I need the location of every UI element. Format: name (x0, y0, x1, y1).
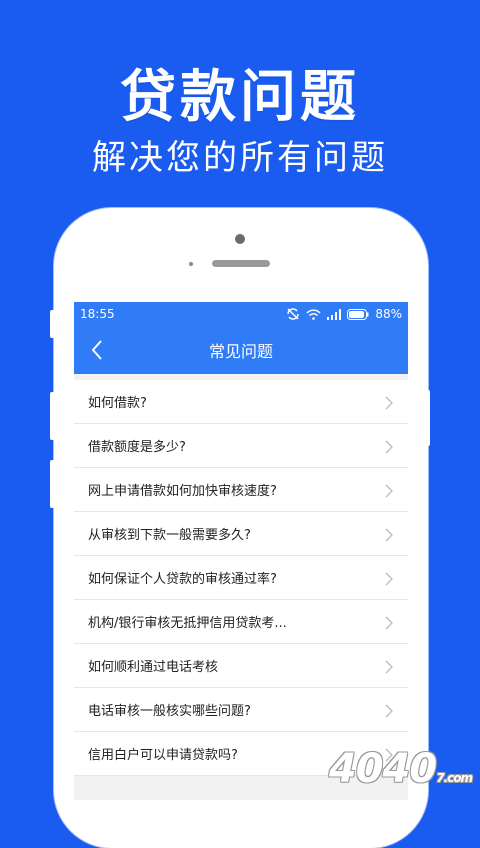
status-time: 18:55 (80, 307, 115, 321)
faq-item[interactable]: 从审核到下款一般需要多久? (74, 512, 408, 556)
faq-item[interactable]: 如何借款? (74, 380, 408, 424)
phone-screen: 18:55 88% 常见问题 如何借款? 借款额度是多少? 网上申请借款如何加快… (74, 302, 408, 800)
phone-volume-up (50, 392, 55, 440)
chevron-right-icon (384, 395, 394, 409)
wifi-icon (306, 309, 321, 320)
signal-icon (327, 308, 342, 320)
faq-item[interactable]: 如何保证个人贷款的审核通过率? (74, 556, 408, 600)
faq-item-label: 如何保证个人贷款的审核通过率? (88, 572, 277, 587)
chevron-right-icon (384, 703, 394, 717)
faq-item[interactable]: 借款额度是多少? (74, 424, 408, 468)
faq-item[interactable]: 机构/银行审核无抵押信用贷款考... (74, 600, 408, 644)
status-bar: 18:55 88% (74, 302, 408, 326)
sensor-icon (189, 262, 193, 266)
chevron-left-icon[interactable] (86, 338, 110, 362)
faq-item-label: 电话审核一般核实哪些问题? (88, 704, 251, 719)
speaker-icon (212, 260, 270, 267)
chevron-right-icon (384, 571, 394, 585)
faq-item-label: 如何顺利通过电话考核 (88, 660, 219, 675)
faq-item-label: 网上申请借款如何加快审核速度? (88, 484, 277, 499)
app-bar: 常见问题 (74, 326, 408, 374)
faq-item-label: 从审核到下款一般需要多久? (88, 528, 251, 543)
faq-item-label: 借款额度是多少? (88, 440, 186, 455)
camera-icon (235, 234, 245, 244)
sync-off-icon (286, 308, 300, 320)
phone-mute-switch (50, 310, 55, 338)
watermark-logo: 40407.com (328, 746, 473, 792)
faq-list: 如何借款? 借款额度是多少? 网上申请借款如何加快审核速度? 从审核到下款一般需… (74, 380, 408, 776)
chevron-right-icon (384, 483, 394, 497)
chevron-right-icon (384, 615, 394, 629)
subheadline: 解决您的所有问题 (92, 138, 388, 178)
chevron-right-icon (384, 659, 394, 673)
chevron-right-icon (384, 439, 394, 453)
headline: 贷款问题 (120, 65, 360, 130)
chevron-right-icon (384, 527, 394, 541)
phone-power-button (425, 390, 430, 446)
phone-volume-down (50, 460, 55, 508)
faq-item[interactable]: 如何顺利通过电话考核 (74, 644, 408, 688)
faq-item[interactable]: 电话审核一般核实哪些问题? (74, 688, 408, 732)
faq-item-label: 如何借款? (88, 396, 147, 411)
battery-icon (347, 308, 369, 320)
faq-item-label: 机构/银行审核无抵押信用贷款考... (88, 616, 287, 631)
faq-item[interactable]: 网上申请借款如何加快审核速度? (74, 468, 408, 512)
battery-percent: 88% (375, 307, 402, 321)
page-title: 常见问题 (208, 342, 273, 361)
